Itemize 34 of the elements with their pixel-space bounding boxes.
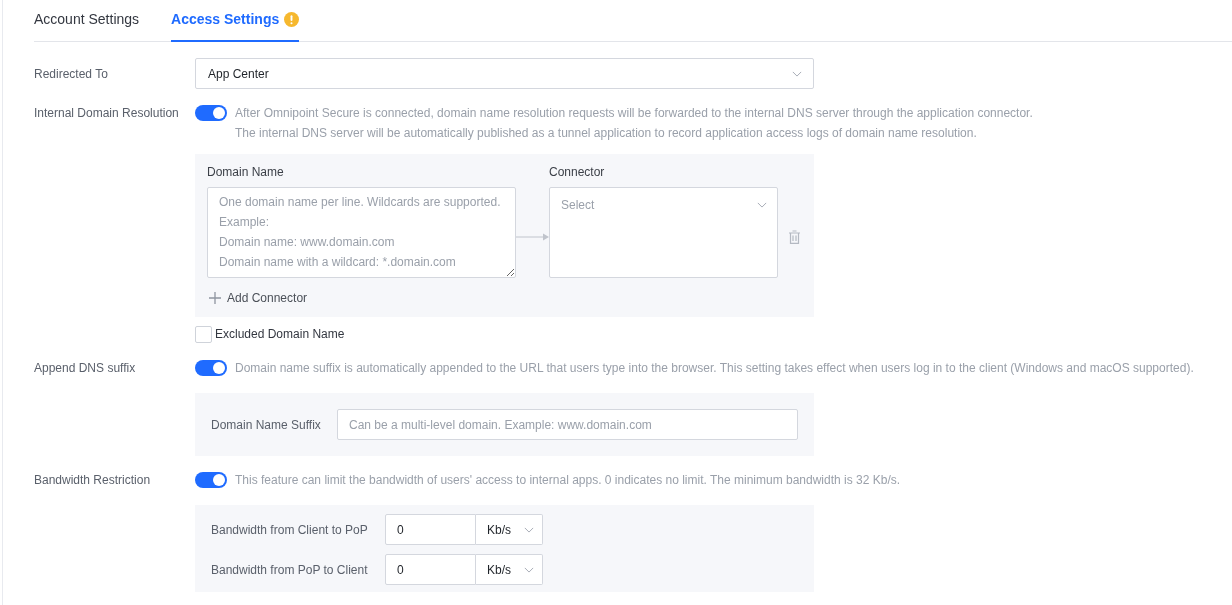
description-text: This feature can limit the bandwidth of users' access to internal apps. 0 indicates no limit. The minimum bandwidth is 32 Kb/s. <box>235 472 901 489</box>
checkbox-label[interactable]: Excluded Domain Name <box>215 324 345 344</box>
toggle-switch[interactable] <box>195 105 227 121</box>
description-text: The internal DNS server will be automatically published as a tunnel application to record application access logs of domain name resolution. <box>235 125 978 142</box>
arrow-icon <box>516 232 549 242</box>
redirect-select[interactable]: App Center <box>195 58 814 89</box>
plus-icon <box>209 292 221 304</box>
description-text: Domain name suffix is automatically appended to the URL that users type into the browser. This setting takes effect when users log in to the client (Windows and macOS supported). <box>235 360 1194 377</box>
chevron-down-icon <box>524 566 534 573</box>
tab[interactable]: Account Settings <box>34 0 140 42</box>
field-label: Append DNS suffix <box>34 360 137 377</box>
domain-suffix-input[interactable]: Can be a multi-level domain. Example: www.domain.com <box>337 409 798 440</box>
unit-select[interactable]: Kb/s <box>476 554 543 585</box>
checkbox[interactable] <box>195 325 212 343</box>
chevron-down-icon <box>792 70 802 77</box>
bandwidth-input[interactable]: 0 <box>385 514 476 545</box>
tab[interactable]: Access Settings <box>171 0 300 42</box>
chevron-down-icon <box>757 202 767 208</box>
toggle-switch[interactable] <box>195 472 227 488</box>
field-label: Internal Domain Resolution <box>34 105 180 122</box>
chevron-down-icon <box>524 526 534 533</box>
unit-select[interactable]: Kb/s <box>476 514 543 545</box>
bandwidth-input[interactable]: 0 <box>385 554 476 585</box>
description-text: After Omnipoint Secure is connected, domain name resolution requests will be forwarded to the internal DNS server through the application connector. <box>235 105 1033 122</box>
field-label: Redirected To <box>34 65 109 83</box>
toggle-switch[interactable] <box>195 360 227 376</box>
field-label: Bandwidth from PoP to Client <box>211 561 369 579</box>
field-label: Bandwidth Restriction <box>34 472 152 489</box>
field-label: Domain Name Suffix <box>211 416 322 434</box>
domain-name-textarea[interactable]: One domain name per line. Wildcards are supported. Example: Domain name: www.domain.com Domain name with a wildcard: *.domain.com <box>207 187 516 278</box>
field-label: Bandwidth from Client to PoP <box>211 521 369 539</box>
add-connector-button[interactable]: Add Connector <box>209 288 308 308</box>
field-label: Domain Name <box>207 164 285 181</box>
field-label: Connector <box>549 164 606 181</box>
